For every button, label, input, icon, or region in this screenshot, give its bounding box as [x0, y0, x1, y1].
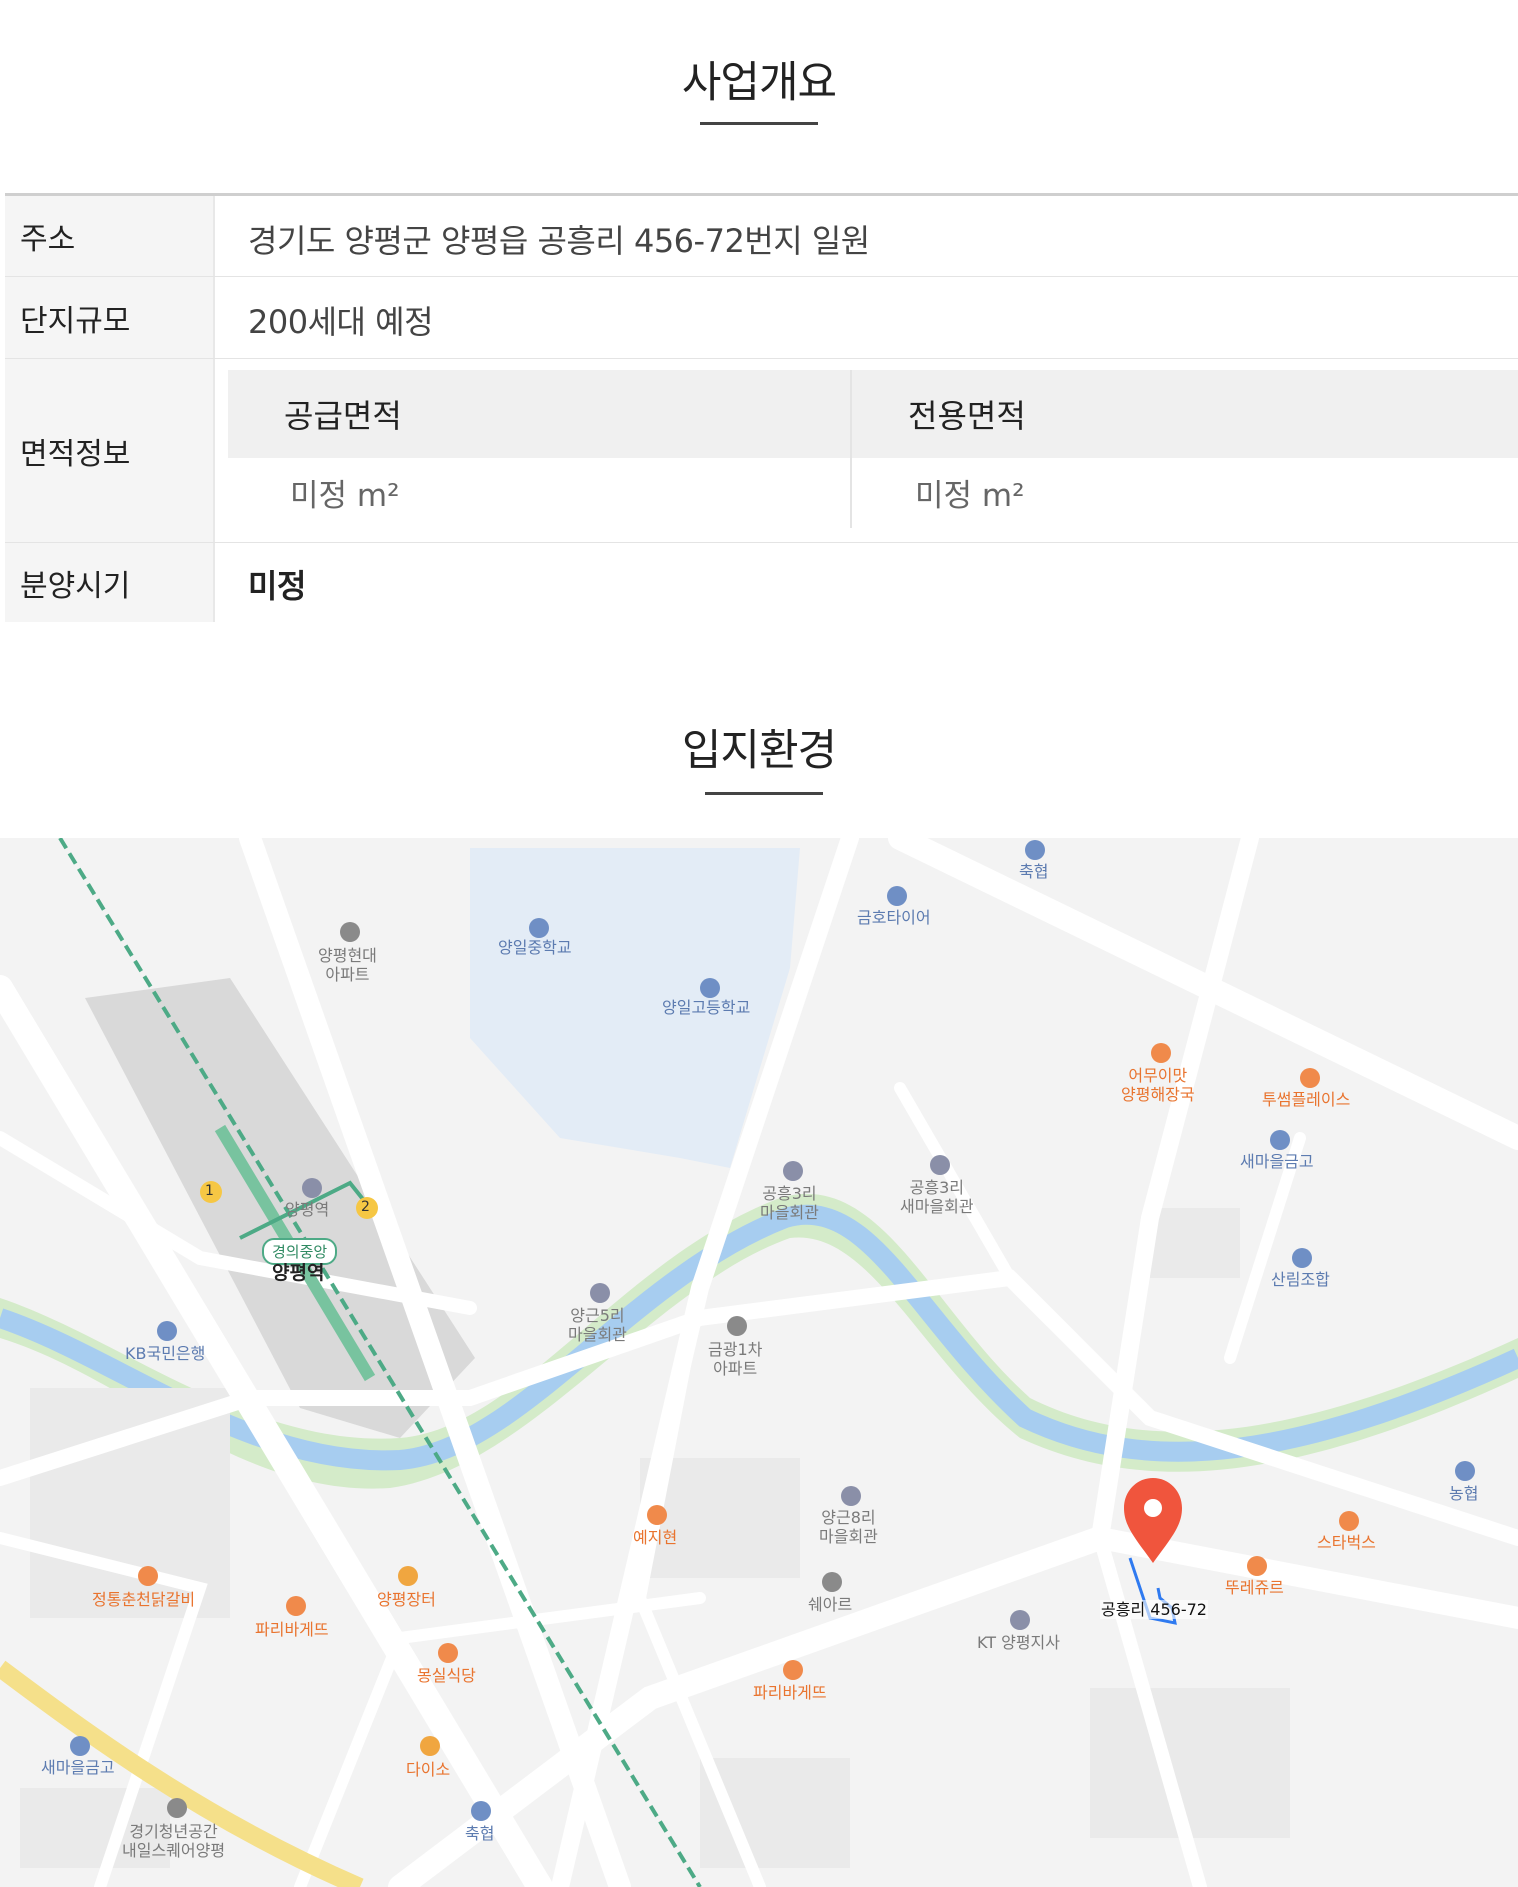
poi-yangil-high[interactable]: 양일고등학교: [662, 998, 750, 1017]
area-label: 면적정보: [5, 359, 215, 542]
poi-sheare[interactable]: 쉐아르: [808, 1595, 852, 1614]
poi-geumgwang[interactable]: 금광1차 아파트: [708, 1340, 762, 1378]
supply-area-header: 공급면적: [228, 370, 850, 458]
station-name[interactable]: 양평역: [272, 1264, 324, 1283]
poi-kt[interactable]: KT 양평지사: [977, 1633, 1060, 1652]
location-title: 입지환경: [681, 726, 837, 776]
station-small-label[interactable]: 양평역: [285, 1200, 329, 1219]
poi-yanggeun8[interactable]: 양근8리 마을회관: [819, 1508, 878, 1546]
poi-youth-space[interactable]: 경기청년공간 내일스퀘어양평: [122, 1822, 225, 1860]
poi-yejihyun[interactable]: 예지현: [633, 1528, 677, 1547]
poi-market[interactable]: 양평장터: [377, 1590, 436, 1609]
overview-title: 사업개요: [681, 58, 837, 108]
poi-gongheung3-hall[interactable]: 공흥3리 마을회관: [760, 1184, 819, 1222]
poi-eomuimat[interactable]: 어무이맛 양평해장국: [1121, 1066, 1195, 1104]
poi-saemaeul-right[interactable]: 새마을금고: [1240, 1152, 1314, 1171]
poi-kb[interactable]: KB국민은행: [125, 1344, 205, 1363]
poi-saemaeul-left[interactable]: 새마을금고: [41, 1758, 115, 1777]
scale-row: 단지규모 200세대 예정: [5, 277, 1518, 359]
station-exit-2: 2: [361, 1199, 370, 1215]
poi-touslesjours[interactable]: 뚜레쥬르: [1225, 1578, 1284, 1597]
location-title-underline: [705, 792, 823, 795]
poi-yanggeun5[interactable]: 양근5리 마을회관: [568, 1306, 627, 1344]
poi-yangpyeong-hyundai[interactable]: 양평현대 아파트: [318, 946, 377, 984]
poi-twosome[interactable]: 투썸플레이스: [1262, 1090, 1350, 1109]
poi-starbucks[interactable]: 스타벅스: [1317, 1533, 1376, 1552]
address-value: 경기도 양평군 양평읍 공흥리 456-72번지 일원: [248, 222, 870, 260]
scale-value: 200세대 예정: [248, 303, 434, 341]
exclusive-area-label: 전용면적: [908, 397, 1026, 435]
sale-value: 미정: [248, 567, 306, 605]
area-column-divider: [850, 370, 852, 528]
line-badge[interactable]: 경의중앙: [262, 1238, 338, 1265]
poi-gongheung3-saemaeul[interactable]: 공흥3리 새마을회관: [900, 1178, 974, 1216]
poi-daiso[interactable]: 다이소: [406, 1760, 450, 1779]
poi-mongsil[interactable]: 몽실식당: [417, 1666, 476, 1685]
address-row: 주소 경기도 양평군 양평읍 공흥리 456-72번지 일원: [5, 196, 1518, 277]
location-map[interactable]: 1 2 양평역 경의중앙 양평역 양평현대 아파트 양일중학교 양일고등학교 금…: [0, 838, 1518, 1887]
poi-kumho-tire[interactable]: 금호타이어: [857, 908, 931, 927]
poi-paris-left[interactable]: 파리바게뜨: [255, 1620, 329, 1639]
station-exit-1: 1: [205, 1183, 214, 1199]
poi-jeongtong[interactable]: 정통춘천닭갈비: [92, 1590, 195, 1609]
poi-chukhyup-top[interactable]: 축협: [1019, 862, 1048, 881]
supply-area-value: 미정 m²: [290, 478, 400, 514]
scale-label: 단지규모: [5, 277, 215, 358]
sale-row: 분양시기 미정: [5, 543, 1518, 622]
supply-area-label: 공급면적: [284, 397, 402, 435]
address-label: 주소: [5, 196, 215, 276]
exclusive-area-header: 전용면적: [852, 370, 1518, 458]
poi-yangil-middle[interactable]: 양일중학교: [498, 938, 572, 957]
poi-nonghyup[interactable]: 농협: [1449, 1484, 1478, 1503]
poi-sanlim[interactable]: 산림조합: [1271, 1270, 1330, 1289]
location-pin-label[interactable]: 공흥리 456-72: [1100, 1600, 1208, 1619]
exclusive-area-value: 미정 m²: [915, 478, 1025, 514]
overview-title-underline: [700, 122, 818, 125]
sale-label: 분양시기: [5, 543, 215, 622]
poi-paris-center[interactable]: 파리바게뜨: [753, 1683, 827, 1702]
poi-chukhyup-bottom[interactable]: 축협: [465, 1824, 494, 1843]
